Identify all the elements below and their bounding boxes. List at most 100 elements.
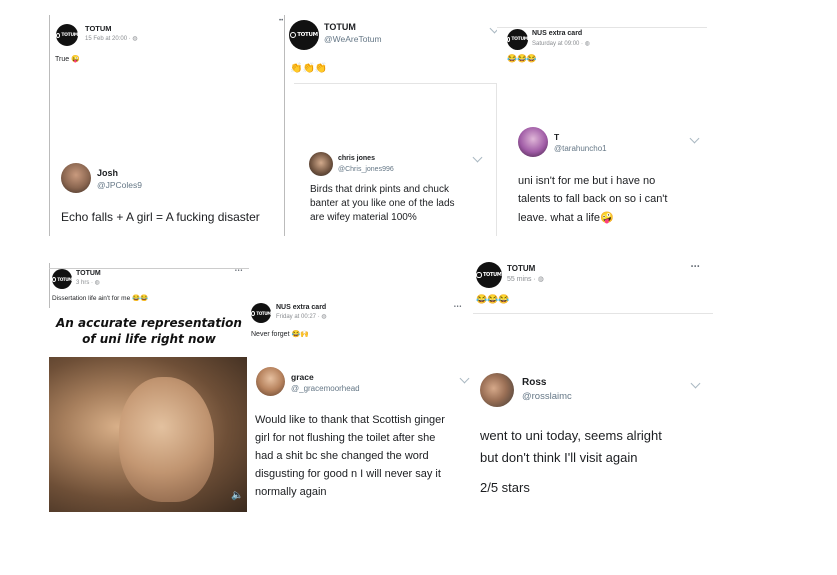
more-options-icon[interactable]: ••• — [454, 304, 462, 310]
panel-top-border — [497, 27, 707, 28]
meme-caption: An accurate representation of uni life r… — [49, 315, 249, 347]
page-avatar[interactable]: TOTUM — [52, 269, 72, 289]
post-meta[interactable]: Friday at 00:27 · ◍ — [276, 313, 327, 320]
user-avatar[interactable] — [61, 163, 91, 193]
post-time: 55 mins · — [507, 276, 538, 283]
logo-text: TOTUM — [256, 310, 271, 316]
page-name[interactable]: TOTUM — [507, 264, 535, 273]
video-player[interactable]: 🔈 — [49, 357, 247, 512]
logo-dot-icon — [476, 272, 482, 278]
post-time: 3 hrs · — [76, 280, 95, 286]
logo-dot-icon — [251, 310, 256, 316]
post-meta[interactable]: Saturday at 09:00 · ◍ — [532, 40, 590, 47]
tweet-line-3: are wifey material 100% — [310, 212, 417, 223]
tweet-user-name[interactable]: chris jones — [338, 155, 375, 162]
post-panel-nus-uni: TOTUM NUS extra card Saturday at 09:00 ·… — [497, 15, 707, 236]
speaker-icon[interactable]: 🔈 — [231, 490, 243, 501]
logo-dot-icon — [56, 32, 61, 38]
post-text: Dissertation life ain't for me 😂😂 — [52, 294, 148, 302]
page-name[interactable]: NUS extra card — [276, 304, 326, 311]
user-avatar[interactable] — [256, 367, 285, 396]
caption-line-2: of uni life right now — [82, 332, 216, 346]
post-time: Friday at 00:27 · — [276, 314, 322, 320]
post-meta[interactable]: 15 Feb at 20:00 · ◍ — [85, 35, 138, 42]
panel-left-border — [49, 263, 50, 308]
laughing-emoji: 😂😂😂 — [476, 294, 510, 304]
post-panel-visit-again: TOTUM TOTUM 55 mins · ◍ ••• 😂😂😂 Ross @ro… — [473, 255, 713, 505]
chevron-down-icon[interactable] — [459, 373, 470, 384]
tweet-line-1: uni isn't for me but i have no — [518, 175, 656, 187]
logo-text: TOTUM — [57, 276, 72, 282]
post-text: True 😜 — [55, 55, 80, 63]
page-name[interactable]: NUS extra card — [532, 30, 582, 37]
chevron-down-icon[interactable] — [689, 133, 700, 144]
post-emoji: 😂🙌 — [291, 331, 309, 338]
logo-text: TOTUM — [482, 272, 502, 278]
account-handle[interactable]: @WeAreTotum — [324, 34, 382, 44]
tweet-line-2: but don't think I'll visit again — [480, 450, 638, 465]
tweet-emoji: 🤪 — [599, 212, 614, 224]
post-panel-totum-true: TOTUM TOTUM 15 Feb at 20:00 · ◍ True 😜 J… — [49, 15, 285, 236]
post-text-content: Never forget — [251, 331, 290, 338]
tweet-line-4: disgusting for good n I will never say i… — [255, 468, 441, 480]
more-options-icon[interactable]: •• — [279, 18, 283, 24]
page-avatar[interactable]: TOTUM — [289, 20, 319, 50]
page-avatar[interactable]: TOTUM — [476, 262, 502, 288]
tweet-line-2: girl for not flushing the toilet after s… — [255, 432, 436, 444]
quoted-tweet-top-border — [294, 83, 497, 84]
tweet-line-2: banter at you like one of the lads — [310, 198, 455, 209]
user-avatar[interactable] — [518, 127, 548, 157]
chevron-down-icon[interactable] — [489, 23, 497, 34]
tweet-line-3: leave. what a life🤪 — [518, 211, 614, 224]
post-emoji: 😂😂 — [132, 295, 149, 302]
quoted-tweet-top-border — [473, 313, 713, 314]
page-avatar[interactable]: TOTUM — [507, 29, 528, 50]
post-time: Saturday at 09:00 · — [532, 41, 585, 47]
user-avatar[interactable] — [480, 373, 514, 407]
post-panel-never-forget: TOTUM NUS extra card Friday at 00:27 · ◍… — [250, 295, 472, 515]
page-avatar[interactable]: TOTUM — [251, 303, 271, 323]
chevron-down-icon[interactable] — [472, 152, 483, 163]
globe-icon: ◍ — [537, 276, 544, 283]
tweet-user-name[interactable]: T — [554, 132, 559, 142]
tweet-line-1: Birds that drink pints and chuck — [310, 184, 449, 195]
page-name[interactable]: TOTUM — [85, 24, 112, 33]
globe-icon: ◍ — [94, 280, 100, 286]
post-panel-dissertation: TOTUM TOTUM 3 hrs · ◍ ••• Dissertation l… — [49, 263, 249, 513]
laughing-emoji: 😂😂😂 — [507, 54, 537, 63]
caption-line-1: An accurate representation — [56, 316, 242, 330]
tweet-user-name[interactable]: Ross — [522, 377, 546, 388]
tweet-line-2: talents to fall back on so i can't — [518, 193, 668, 205]
tweet-user-handle[interactable]: @JPColes9 — [97, 180, 142, 190]
post-emoji: 😜 — [71, 56, 80, 63]
post-meta[interactable]: 3 hrs · ◍ — [76, 279, 100, 286]
user-avatar[interactable] — [309, 152, 333, 176]
logo-dot-icon — [507, 37, 511, 42]
logo-text: TOTUM — [61, 32, 78, 38]
more-options-icon[interactable]: ••• — [235, 268, 243, 274]
page-avatar[interactable]: TOTUM — [56, 24, 78, 46]
tweet-user-handle[interactable]: @tarahuncho1 — [554, 144, 607, 153]
tweet-user-handle[interactable]: @_gracemoorhead — [291, 384, 360, 393]
tweet-user-handle[interactable]: @rosslaimc — [522, 391, 572, 402]
tweet-text: Echo falls + A girl = A fucking disaster — [61, 210, 260, 224]
tweet-line-5: normally again — [255, 486, 327, 498]
post-panel-wearetotum: TOTUM TOTUM @WeAreTotum 👏👏👏 chris jones … — [286, 15, 497, 236]
tweet-line-1: Would like to thank that Scottish ginger — [255, 414, 445, 426]
account-name[interactable]: TOTUM — [324, 22, 356, 32]
more-options-icon[interactable]: ••• — [691, 264, 700, 270]
panel-top-border — [49, 268, 249, 269]
post-meta[interactable]: 55 mins · ◍ — [507, 275, 544, 283]
tweet-user-handle[interactable]: @Chris_jones996 — [338, 166, 394, 173]
chevron-down-icon[interactable] — [690, 378, 701, 389]
post-time: 15 Feb at 20:00 · — [85, 36, 133, 42]
tweet-user-name[interactable]: grace — [291, 372, 314, 382]
logo-dot-icon — [52, 276, 57, 282]
panel-right-border — [284, 15, 285, 236]
tweet-user-name[interactable]: Josh — [97, 168, 118, 178]
globe-icon: ◍ — [132, 36, 138, 42]
logo-text: TOTUM — [297, 32, 318, 38]
globe-icon: ◍ — [584, 41, 590, 47]
page-name[interactable]: TOTUM — [76, 270, 101, 277]
clap-emoji: 👏👏👏 — [290, 63, 328, 74]
